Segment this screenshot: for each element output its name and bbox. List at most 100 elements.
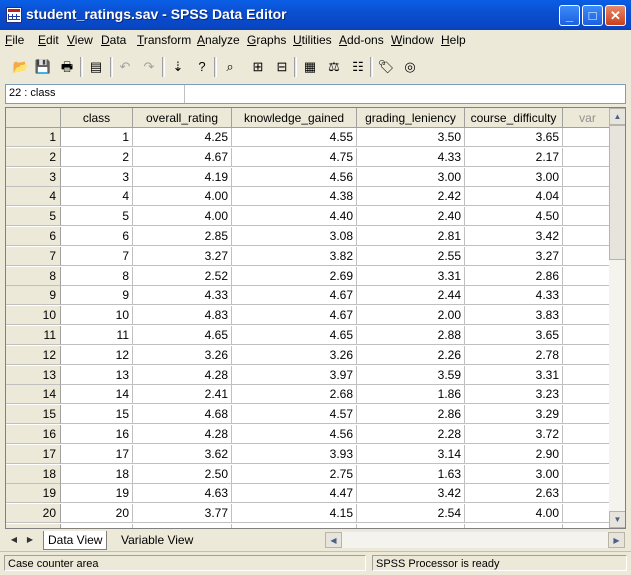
- data-cell[interactable]: 17: [61, 444, 133, 464]
- data-cell[interactable]: 2.28: [357, 425, 465, 444]
- open-icon[interactable]: 📂: [11, 57, 31, 77]
- data-cell[interactable]: 1.63: [357, 464, 465, 484]
- data-cell[interactable]: 3.23: [465, 385, 563, 405]
- column-header-knowledge-gained[interactable]: knowledge_gained: [232, 108, 357, 128]
- data-cell[interactable]: 16: [61, 425, 133, 444]
- data-cell[interactable]: 3: [61, 167, 133, 187]
- data-cell[interactable]: [563, 227, 613, 246]
- tab-scroll-right-icon[interactable]: ▶: [23, 532, 37, 547]
- scroll-down-icon[interactable]: ▼: [609, 511, 625, 528]
- data-grid[interactable]: class overall_rating knowledge_gained gradi…: [5, 107, 626, 529]
- weight-cases-icon[interactable]: ⚖: [324, 57, 344, 77]
- row-number[interactable]: 18: [6, 464, 61, 484]
- menu-graphs[interactable]: Graphs: [247, 33, 286, 47]
- data-cell[interactable]: [563, 147, 613, 167]
- data-cell[interactable]: 14: [61, 385, 133, 405]
- data-cell[interactable]: 3.26: [232, 345, 357, 365]
- data-cell[interactable]: 4.28: [133, 425, 232, 444]
- data-cell[interactable]: 4.19: [133, 167, 232, 187]
- data-cell[interactable]: 3.77: [133, 504, 232, 524]
- data-cell[interactable]: [563, 286, 613, 306]
- data-cell[interactable]: 4.65: [133, 326, 232, 345]
- tab-variable-view[interactable]: Variable View: [121, 531, 193, 549]
- variables-icon[interactable]: ?: [192, 57, 212, 77]
- data-cell[interactable]: 5: [61, 207, 133, 227]
- menu-utilities[interactable]: Utilities: [293, 33, 332, 47]
- data-cell[interactable]: 4.04: [465, 187, 563, 207]
- data-cell[interactable]: 21: [61, 524, 133, 528]
- insert-cases-icon[interactable]: ⊞: [248, 57, 268, 77]
- data-cell[interactable]: 3.29: [465, 405, 563, 425]
- data-cell[interactable]: 4.65: [232, 326, 357, 345]
- minimize-button[interactable]: _: [559, 5, 580, 26]
- menu-file[interactable]: File: [5, 33, 24, 47]
- data-cell[interactable]: [563, 306, 613, 326]
- dialog-recall-icon[interactable]: ▤: [86, 57, 106, 77]
- data-cell[interactable]: 3.14: [357, 444, 465, 464]
- data-cell[interactable]: 2.52: [133, 266, 232, 286]
- close-button[interactable]: ✕: [605, 5, 626, 26]
- data-cell[interactable]: 4.40: [232, 207, 357, 227]
- row-number[interactable]: 3: [6, 167, 61, 187]
- data-cell[interactable]: [563, 444, 613, 464]
- row-number[interactable]: 12: [6, 345, 61, 365]
- data-cell[interactable]: 20: [61, 504, 133, 524]
- data-cell[interactable]: 4.00: [133, 207, 232, 227]
- data-cell[interactable]: 6: [61, 227, 133, 246]
- data-cell[interactable]: 2.00: [357, 306, 465, 326]
- data-cell[interactable]: 2.75: [232, 464, 357, 484]
- goto-case-icon[interactable]: ⇣: [168, 57, 188, 77]
- row-number[interactable]: 13: [6, 365, 61, 385]
- row-number[interactable]: 19: [6, 484, 61, 504]
- find-icon[interactable]: ⌕: [220, 57, 240, 77]
- print-icon[interactable]: 🖶: [57, 57, 77, 77]
- data-cell[interactable]: 13: [61, 365, 133, 385]
- data-cell[interactable]: [563, 167, 613, 187]
- row-number[interactable]: 8: [6, 266, 61, 286]
- data-cell[interactable]: 15: [61, 405, 133, 425]
- row-number[interactable]: 9: [6, 286, 61, 306]
- data-cell[interactable]: [563, 207, 613, 227]
- data-cell[interactable]: 3.00: [357, 167, 465, 187]
- data-cell[interactable]: 2.44: [357, 286, 465, 306]
- data-cell[interactable]: [563, 484, 613, 504]
- data-cell[interactable]: 11: [61, 326, 133, 345]
- data-cell[interactable]: 3.00: [465, 464, 563, 484]
- data-cell[interactable]: 2.88: [357, 326, 465, 345]
- maximize-button[interactable]: □: [582, 5, 603, 26]
- data-cell[interactable]: 4.83: [133, 306, 232, 326]
- data-cell[interactable]: 4.56: [232, 425, 357, 444]
- use-sets-icon[interactable]: ◎: [400, 57, 420, 77]
- vertical-scroll-thumb[interactable]: [609, 125, 625, 260]
- data-cell[interactable]: 4.47: [232, 484, 357, 504]
- menu-help[interactable]: Help: [441, 33, 466, 47]
- data-cell[interactable]: 3.31: [357, 266, 465, 286]
- row-number[interactable]: 4: [6, 187, 61, 207]
- row-number[interactable]: 16: [6, 425, 61, 444]
- data-cell[interactable]: 1: [61, 128, 133, 147]
- data-cell[interactable]: 4.25: [133, 128, 232, 147]
- data-cell[interactable]: 2.85: [133, 227, 232, 246]
- data-cell[interactable]: 2.41: [133, 385, 232, 405]
- data-cell[interactable]: 2.69: [232, 266, 357, 286]
- data-cell[interactable]: 4.67: [232, 306, 357, 326]
- data-cell[interactable]: [563, 345, 613, 365]
- value-labels-icon[interactable]: 🏷: [376, 57, 396, 77]
- data-cell[interactable]: [563, 385, 613, 405]
- data-cell[interactable]: 3.83: [465, 306, 563, 326]
- save-icon[interactable]: 💾: [33, 57, 53, 77]
- menu-window[interactable]: Window: [391, 33, 434, 47]
- data-cell[interactable]: 4.67: [232, 286, 357, 306]
- scroll-up-icon[interactable]: ▲: [609, 108, 625, 125]
- data-cell[interactable]: 3.65: [465, 128, 563, 147]
- data-cell[interactable]: 18: [61, 464, 133, 484]
- horizontal-scrollbar[interactable]: ◀ ▶: [325, 532, 625, 548]
- data-cell[interactable]: 4.63: [133, 484, 232, 504]
- data-cell[interactable]: [563, 405, 613, 425]
- row-number[interactable]: 17: [6, 444, 61, 464]
- data-cell[interactable]: 3.42: [465, 227, 563, 246]
- row-number[interactable]: 15: [6, 405, 61, 425]
- data-cell[interactable]: 4.29: [232, 524, 357, 528]
- data-cell[interactable]: 3.27: [465, 246, 563, 266]
- data-cell[interactable]: 2.81: [357, 227, 465, 246]
